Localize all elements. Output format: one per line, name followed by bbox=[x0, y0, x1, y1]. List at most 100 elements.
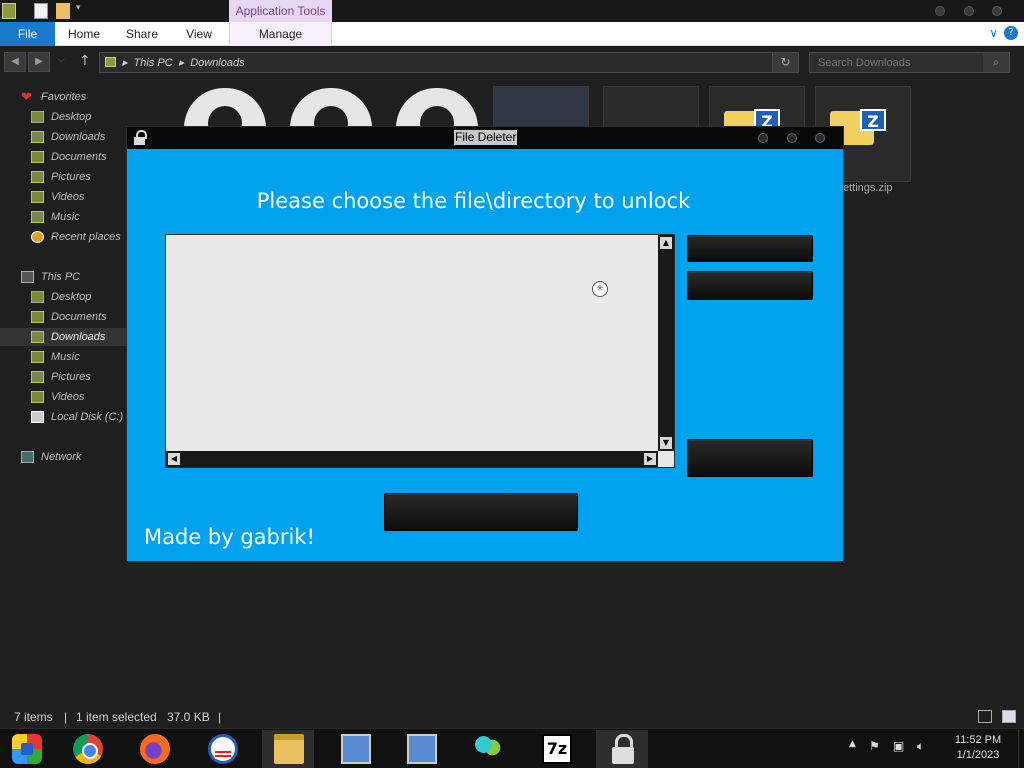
tab-view[interactable]: View bbox=[178, 22, 220, 46]
nav-pc-videos[interactable]: Videos bbox=[0, 388, 126, 406]
show-hidden-icons-icon[interactable]: ▲ bbox=[849, 739, 856, 749]
nav-pc-desktop[interactable]: Desktop bbox=[0, 288, 126, 306]
nav-label: Network bbox=[41, 451, 82, 463]
file-deleter-body: Please choose the file\directory to unlo… bbox=[127, 149, 843, 561]
file-deleter-title-bar[interactable]: File Deleter bbox=[127, 127, 843, 149]
maximize-button[interactable] bbox=[964, 6, 974, 16]
documents-folder-icon bbox=[31, 151, 44, 163]
large-icons-view-icon[interactable] bbox=[1002, 710, 1016, 723]
breadcrumb: ▸ This PC ▸ Downloads bbox=[122, 56, 251, 69]
properties-icon[interactable] bbox=[34, 3, 48, 19]
scrollbar-corner bbox=[658, 451, 674, 467]
documents-folder-icon bbox=[31, 311, 44, 323]
nav-network[interactable]: Network bbox=[0, 448, 126, 466]
browse-directory-button[interactable] bbox=[687, 271, 813, 300]
action-center-flag-icon[interactable]: ⚑ bbox=[869, 739, 880, 753]
minimize-button[interactable] bbox=[758, 133, 768, 143]
nav-favorites-documents[interactable]: Documents bbox=[0, 148, 126, 166]
expand-ribbon-icon[interactable]: ∨ bbox=[989, 26, 998, 40]
taskbar-7zip[interactable]: 7z bbox=[530, 730, 582, 768]
close-button[interactable] bbox=[815, 133, 825, 143]
search-icon[interactable]: ⌕ bbox=[983, 53, 1009, 72]
tab-manage[interactable]: Manage bbox=[229, 22, 332, 46]
scroll-left-arrow-icon[interactable]: ◀ bbox=[168, 453, 180, 465]
application-tools-header: Application Tools bbox=[229, 0, 332, 22]
scroll-down-arrow-icon[interactable]: ▼ bbox=[660, 437, 672, 449]
delete-button[interactable] bbox=[384, 493, 578, 531]
nav-this-pc[interactable]: This PC bbox=[0, 268, 126, 286]
search-input[interactable] bbox=[810, 53, 982, 72]
selected-size: 37.0 KB bbox=[167, 710, 210, 724]
music-folder-icon bbox=[31, 211, 44, 223]
nav-label: Recent places bbox=[51, 231, 121, 243]
nav-favorites-recent-places[interactable]: Recent places bbox=[0, 228, 126, 246]
details-view-icon[interactable] bbox=[978, 710, 992, 723]
breadcrumb-this-pc[interactable]: This PC bbox=[134, 57, 173, 69]
navigation-pane: ❤ Favorites Desktop Downloads Documents P… bbox=[0, 82, 130, 482]
ribbon-tabs: File Home Share View Manage ∨ ? bbox=[0, 22, 1024, 46]
window-title: File Deleter bbox=[454, 130, 518, 145]
back-button[interactable]: ◀ bbox=[4, 52, 26, 72]
taskbar-clock[interactable]: 11:52 PM 1/1/2023 bbox=[948, 733, 1008, 763]
browse-file-button[interactable] bbox=[687, 235, 813, 262]
breadcrumb-downloads[interactable]: Downloads bbox=[190, 57, 244, 69]
lock-icon bbox=[612, 734, 634, 764]
taskbar-file-explorer[interactable] bbox=[262, 730, 314, 768]
taskbar-people[interactable] bbox=[461, 730, 513, 768]
taskbar-obama-app[interactable] bbox=[196, 730, 248, 768]
tab-home[interactable]: Home bbox=[62, 22, 106, 46]
nav-favorites-desktop[interactable]: Desktop bbox=[0, 108, 126, 126]
vertical-scrollbar[interactable]: ▲ ▼ bbox=[658, 235, 674, 451]
nav-pc-documents[interactable]: Documents bbox=[0, 308, 126, 326]
taskbar-setup-2[interactable] bbox=[395, 730, 447, 768]
horizontal-scrollbar[interactable]: ◀ ▶ bbox=[166, 451, 658, 467]
tab-file[interactable]: File bbox=[0, 22, 55, 46]
tab-share[interactable]: Share bbox=[118, 22, 166, 46]
busy-cursor-icon: ✳ bbox=[592, 281, 608, 297]
folder-icon[interactable] bbox=[2, 3, 16, 19]
refresh-icon[interactable]: ↻ bbox=[772, 53, 798, 72]
nav-favorites[interactable]: ❤ Favorites bbox=[0, 88, 126, 106]
close-button[interactable] bbox=[992, 6, 1002, 16]
nav-pc-local-disk[interactable]: Local Disk (C:) bbox=[0, 408, 126, 426]
nav-favorites-music[interactable]: Music bbox=[0, 208, 126, 226]
minimize-button[interactable] bbox=[935, 6, 945, 16]
pictures-folder-icon bbox=[31, 371, 44, 383]
file-list-box[interactable]: ▲ ▼ ◀ ▶ bbox=[165, 234, 675, 468]
new-folder-icon[interactable] bbox=[56, 3, 70, 19]
help-icon[interactable]: ? bbox=[1004, 26, 1018, 40]
scroll-right-arrow-icon[interactable]: ▶ bbox=[644, 453, 656, 465]
nav-favorites-pictures[interactable]: Pictures bbox=[0, 168, 126, 186]
recent-locations-icon[interactable]: ⌵ bbox=[58, 55, 65, 65]
nav-pc-pictures[interactable]: Pictures bbox=[0, 368, 126, 386]
prompt-label: Please choose the file\directory to unlo… bbox=[256, 189, 691, 213]
address-bar[interactable]: ▸ This PC ▸ Downloads ↻ bbox=[99, 52, 799, 73]
network-status-icon[interactable]: ▣ bbox=[893, 739, 904, 753]
start-button[interactable] bbox=[0, 730, 52, 768]
taskbar-file-deleter[interactable] bbox=[596, 730, 648, 768]
show-desktop-button[interactable] bbox=[1018, 729, 1024, 768]
nav-pc-downloads[interactable]: Downloads bbox=[0, 328, 126, 346]
volume-icon[interactable]: 🔈︎ bbox=[917, 739, 924, 754]
scroll-up-arrow-icon[interactable]: ▲ bbox=[660, 237, 672, 249]
pc-icon bbox=[21, 271, 34, 283]
gear-icon[interactable] bbox=[290, 88, 372, 128]
people-icon bbox=[473, 734, 503, 764]
up-arrow-icon[interactable]: ↑ bbox=[79, 53, 91, 69]
nav-pc-music[interactable]: Music bbox=[0, 348, 126, 366]
qat-dropdown-icon[interactable]: ▾ bbox=[76, 3, 81, 13]
taskbar-firefox[interactable] bbox=[128, 730, 180, 768]
forward-button[interactable]: ▶ bbox=[28, 52, 50, 72]
start-icon bbox=[12, 734, 42, 764]
taskbar-setup-1[interactable] bbox=[329, 730, 381, 768]
firefox-icon bbox=[140, 734, 170, 764]
gear-icon[interactable] bbox=[184, 88, 266, 128]
taskbar-chrome[interactable] bbox=[61, 730, 113, 768]
gear-icon[interactable] bbox=[396, 88, 478, 128]
unlock-button[interactable] bbox=[687, 439, 813, 477]
nav-favorites-downloads[interactable]: Downloads bbox=[0, 128, 126, 146]
nav-favorites-videos[interactable]: Videos bbox=[0, 188, 126, 206]
maximize-button[interactable] bbox=[787, 133, 797, 143]
setup-icon bbox=[341, 734, 371, 764]
clock-time: 11:52 PM bbox=[954, 734, 1002, 746]
